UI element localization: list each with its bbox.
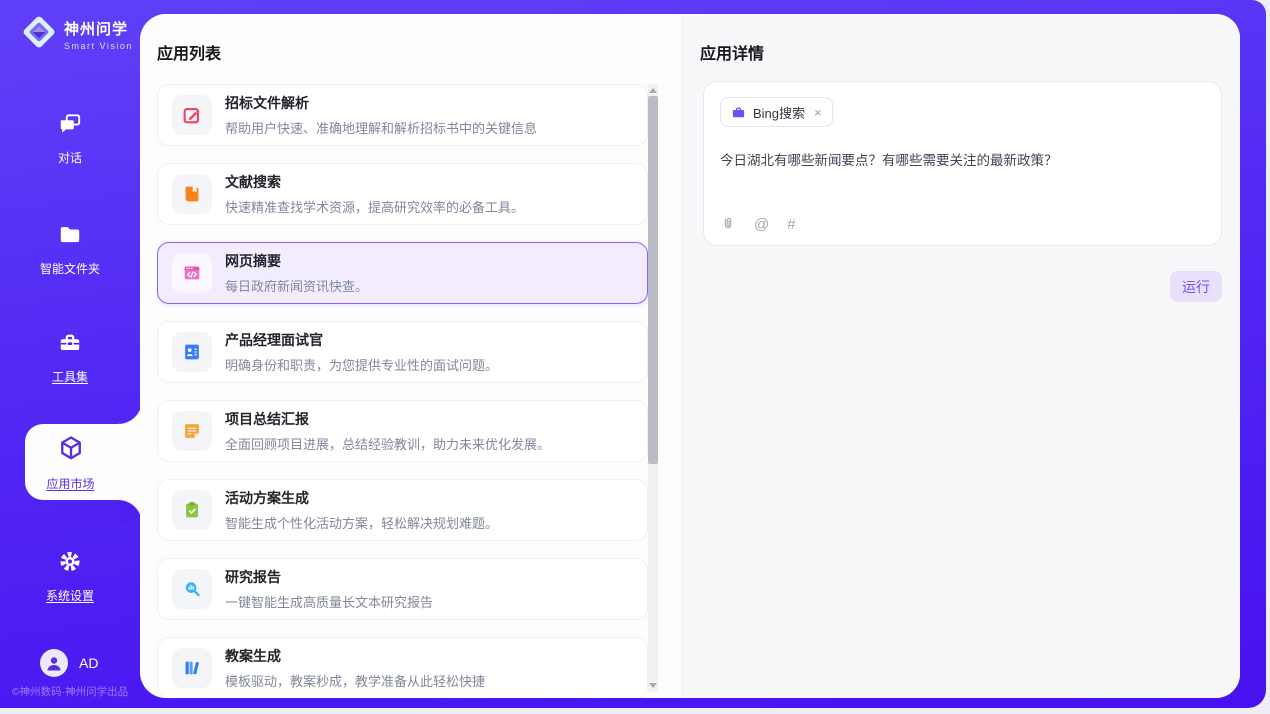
app-card[interactable]: 招标文件解析 帮助用户快速、准确地理解和解析招标书中的关键信息 — [157, 84, 648, 146]
app-card-description: 一键智能生成高质量长文本研究报告 — [225, 592, 433, 611]
app-card-title: 产品经理面试官 — [225, 330, 498, 350]
user-row[interactable]: AD — [40, 649, 98, 677]
app-card[interactable]: 教案生成 模板驱动，教案秒成，教学准备从此轻松快捷 — [157, 637, 648, 698]
user-label: AD — [79, 655, 98, 671]
brand-name: 神州问学 — [64, 18, 133, 39]
input-toolbar: @ # — [720, 216, 796, 233]
app-card[interactable]: 文献搜索 快速精准查找学术资源，提高研究效率的必备工具。 — [157, 163, 648, 225]
run-button[interactable]: 运行 — [1170, 271, 1222, 302]
edit-doc-icon — [172, 95, 212, 135]
app-card[interactable]: 活动方案生成 智能生成个性化活动方案，轻松解决规划难题。 — [157, 479, 648, 541]
app-detail-panel: 应用详情 Bing搜索 × 今日湖北有哪些新闻要点？有哪些需要关注的最新政策？ — [683, 14, 1240, 698]
person-icon — [42, 651, 66, 675]
app-card-description: 帮助用户快速、准确地理解和解析招标书中的关键信息 — [225, 118, 537, 137]
tool-chip-bing-search[interactable]: Bing搜索 × — [720, 97, 833, 127]
scroll-up-icon[interactable] — [649, 88, 657, 93]
sidebar-item-toolbox[interactable]: 工具集 — [0, 319, 140, 395]
brand-logo: 神州问学 Smart Vision — [20, 13, 133, 56]
app-card[interactable]: 研究报告 一键智能生成高质量长文本研究报告 — [157, 558, 648, 620]
mention-icon[interactable]: @ — [754, 216, 769, 233]
sidebar-item-chat[interactable]: 对话 — [0, 100, 140, 176]
scrollbar[interactable] — [648, 84, 658, 692]
scrollbar-thumb[interactable] — [648, 96, 658, 464]
toolbox-icon — [56, 330, 84, 361]
app-card-title: 文献搜索 — [225, 172, 524, 192]
app-card-title: 招标文件解析 — [225, 93, 537, 113]
resume-icon — [172, 332, 212, 372]
app-card-title: 网页摘要 — [225, 251, 368, 271]
app-card[interactable]: 产品经理面试官 明确身份和职责，为您提供专业性的面试问题。 — [157, 321, 648, 383]
app-detail-title: 应用详情 — [700, 40, 764, 64]
brand-diamond-icon — [20, 13, 58, 56]
briefcase-icon — [731, 105, 746, 120]
book-icon — [172, 174, 212, 214]
report-icon — [172, 569, 212, 609]
avatar[interactable] — [40, 649, 68, 677]
attachment-icon[interactable] — [720, 216, 736, 233]
app-card-title: 项目总结汇报 — [225, 409, 550, 429]
cube-icon — [56, 433, 86, 468]
app-card-title: 活动方案生成 — [225, 488, 498, 508]
app-card-description: 快速精准查找学术资源，提高研究效率的必备工具。 — [225, 197, 524, 216]
brand-subtitle: Smart Vision — [64, 41, 133, 51]
app-card-description: 每日政府新闻资讯快查。 — [225, 276, 368, 295]
app-card-description: 全面回顾项目进展，总结经验教训，助力未来优化发展。 — [225, 434, 550, 453]
clipboard-icon — [172, 490, 212, 530]
scroll-down-icon[interactable] — [649, 683, 657, 688]
gear-icon — [56, 548, 84, 580]
sidebar-item-cube[interactable]: 应用市场 — [25, 424, 142, 500]
app-card-title: 研究报告 — [225, 567, 433, 587]
app-card-description: 模板驱动，教案秒成，教学准备从此轻松快捷 — [225, 671, 485, 690]
folder-icon — [56, 222, 84, 253]
main-panel: 应用列表 招标文件解析 帮助用户快速、准确地理解和解析招标书中的关键信息 文献搜… — [140, 14, 1240, 698]
note-icon — [172, 411, 212, 451]
query-text[interactable]: 今日湖北有哪些新闻要点？有哪些需要关注的最新政策？ — [720, 149, 1205, 169]
app-card[interactable]: 项目总结汇报 全面回顾项目进展，总结经验教训，助力未来优化发展。 — [157, 400, 648, 462]
copyright-footer: ©神州数码·神州问学出品 — [0, 684, 140, 699]
sidebar-item-gear[interactable]: 系统设置 — [0, 538, 140, 614]
app-card[interactable]: 网页摘要 每日政府新闻资讯快查。 — [157, 242, 648, 304]
browser-code-icon — [172, 253, 212, 293]
chat-icon — [56, 111, 84, 142]
app-list-panel: 应用列表 招标文件解析 帮助用户快速、准确地理解和解析招标书中的关键信息 文献搜… — [140, 14, 683, 698]
sidebar-item-folder[interactable]: 智能文件夹 — [0, 211, 140, 287]
sidebar: 神州问学 Smart Vision 对话 智能文件夹 工具集 应用市场 系统设置… — [0, 0, 140, 708]
tab-curve-top — [118, 400, 142, 424]
app-window: 神州问学 Smart Vision 对话 智能文件夹 工具集 应用市场 系统设置… — [0, 0, 1266, 708]
tool-chip-label: Bing搜索 — [753, 103, 805, 122]
app-card-title: 教案生成 — [225, 646, 485, 666]
books-icon — [172, 648, 212, 688]
app-card-description: 明确身份和职责，为您提供专业性的面试问题。 — [225, 355, 498, 374]
tab-curve-bottom — [118, 500, 142, 524]
close-icon[interactable]: × — [814, 105, 822, 120]
app-list-title: 应用列表 — [157, 40, 221, 64]
app-card-description: 智能生成个性化活动方案，轻松解决规划难题。 — [225, 513, 498, 532]
query-card: Bing搜索 × 今日湖北有哪些新闻要点？有哪些需要关注的最新政策？ @ # — [703, 81, 1222, 246]
app-list: 招标文件解析 帮助用户快速、准确地理解和解析招标书中的关键信息 文献搜索 快速精… — [157, 84, 648, 698]
hash-icon[interactable]: # — [787, 216, 795, 233]
